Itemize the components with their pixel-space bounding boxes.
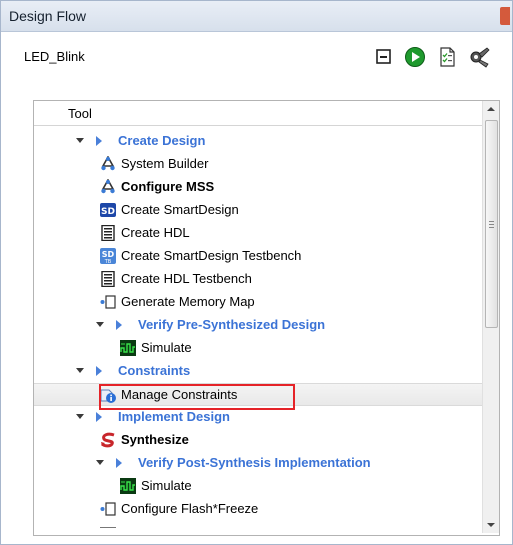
collapse-all-icon[interactable] [373,46,395,68]
group-arrow-icon [96,136,102,146]
hdl-testbench-icon [101,271,115,287]
tree-row-label: Create HDL [121,225,190,240]
column-header-tool: Tool [68,106,92,121]
expand-icon[interactable] [96,322,104,327]
smartdesign-icon: SD [100,203,116,217]
tree-row-label: Simulate [141,478,192,493]
run-icon[interactable] [404,46,426,68]
title-bar: Design Flow [1,1,512,32]
tree-row-label: Implement Design [118,409,230,424]
scrollbar-thumb[interactable] [485,120,498,328]
hdl-file-icon [101,225,115,241]
partial-row-icon [100,523,116,531]
svg-text:SD: SD [101,207,115,217]
smartdesign-testbench-icon: SD TB [100,248,116,264]
tree-row-simulate[interactable]: Simulate [34,337,482,360]
window-title: Design Flow [9,8,87,24]
group-arrow-icon [116,458,122,468]
tree-row-label: Generate Memory Map [121,294,255,309]
tree-row-create-hdl[interactable]: Create HDL [34,222,482,245]
system-builder-icon [101,156,115,171]
tree-row-create-smartdesign[interactable]: SD Create SmartDesign [34,199,482,222]
tree-row-label: Create SmartDesign [121,202,239,217]
synthesize-icon [100,432,115,448]
scroll-down-icon[interactable] [483,517,499,533]
svg-text:SD: SD [102,250,115,259]
tree-row-create-hdl-testbench[interactable]: Create HDL Testbench [34,268,482,291]
design-flow-window: Design Flow LED_Blink Tool Create Design… [0,0,513,545]
tree-row-label: Verify Pre-Synthesized Design [138,317,326,332]
tree-row-label: Configure MSS [121,179,215,194]
tree-row-configure-flash-freeze[interactable]: Configure Flash*Freeze [34,498,482,521]
tree-row-synthesize[interactable]: Synthesize [34,429,482,452]
tree-row-create-smartdesign-testbench[interactable]: SD TB Create SmartDesign Testbench [34,245,482,268]
simulate-icon [120,340,136,356]
svg-text:TB: TB [104,259,112,264]
tree-row-label: Create HDL Testbench [121,271,252,286]
settings-icon[interactable] [468,46,490,68]
tree-row-simulate-post[interactable]: Simulate [34,475,482,498]
system-builder-icon [101,179,115,194]
tool-tree[interactable]: Tool Create Design System Builder Config… [33,100,500,536]
tree-row-configure-mss[interactable]: Configure MSS [34,176,482,199]
tree-row-label: Configure Flash*Freeze [121,501,259,516]
tree-row-label: Simulate [141,340,192,355]
simulate-icon [120,478,136,494]
close-icon[interactable] [500,7,510,25]
tree-row-constraints[interactable]: Constraints [34,360,482,383]
tree-row-verify-post-synth[interactable]: Verify Post-Synthesis Implementation [34,452,482,475]
expand-icon[interactable] [76,368,84,373]
tree-row-label: Create Design [118,133,206,148]
tree-row-label: Constraints [118,363,191,378]
group-arrow-icon [96,366,102,376]
memory-map-icon [100,295,116,309]
tree-row-verify-pre-synth[interactable]: Verify Pre-Synthesized Design [34,314,482,337]
expand-icon[interactable] [76,138,84,143]
expand-icon[interactable] [96,460,104,465]
column-header[interactable]: Tool [34,101,482,126]
report-icon[interactable] [436,46,458,68]
expand-icon[interactable] [76,414,84,419]
tree-row-system-builder[interactable]: System Builder [34,153,482,176]
tree-row-label: Create SmartDesign Testbench [121,248,302,263]
tree-row-label: Synthesize [121,432,189,447]
group-arrow-icon [116,320,122,330]
project-name: LED_Blink [24,49,85,64]
group-arrow-icon [96,412,102,422]
highlight-box [99,384,295,410]
tree-row-label: System Builder [121,156,209,171]
vertical-scrollbar[interactable] [482,101,499,533]
tree-row-label: Verify Post-Synthesis Implementation [138,455,371,470]
scroll-up-icon[interactable] [483,101,499,117]
flash-freeze-icon [100,502,116,516]
tree-row-generate-memory-map[interactable]: Generate Memory Map [34,291,482,314]
tree-row-create-design[interactable]: Create Design [34,130,482,153]
